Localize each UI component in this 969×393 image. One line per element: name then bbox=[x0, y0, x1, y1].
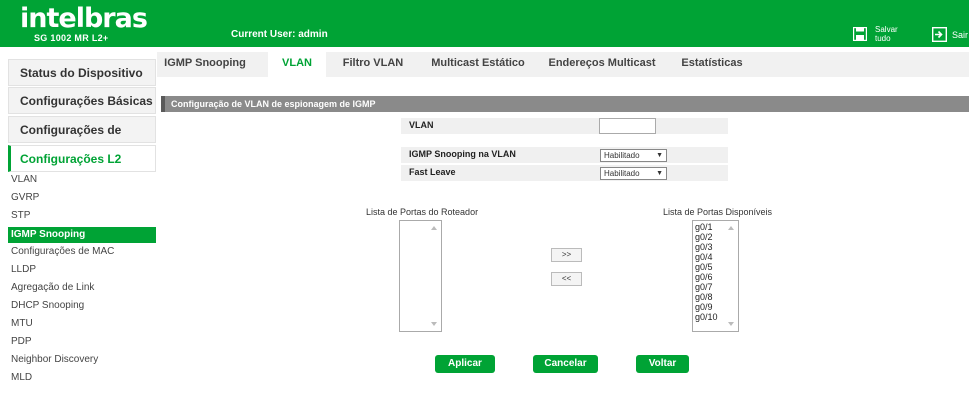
save-all-label: Salvar tudo bbox=[875, 25, 898, 43]
fast-leave-label: Fast Leave bbox=[409, 167, 456, 177]
tab-bar: IGMP Snooping VLAN Filtro VLAN Multicast… bbox=[157, 52, 969, 77]
apply-button[interactable]: Aplicar bbox=[435, 355, 495, 373]
router-ports-listbox[interactable] bbox=[399, 220, 442, 332]
cancel-button[interactable]: Cancelar bbox=[533, 355, 598, 373]
sidebar-item-status[interactable]: Status do Dispositivo bbox=[8, 59, 156, 86]
port-item[interactable]: g0/4 bbox=[695, 253, 713, 262]
sidebar-sub-igmp-snooping[interactable]: IGMP Snooping bbox=[8, 227, 156, 243]
back-button[interactable]: Voltar bbox=[636, 355, 689, 373]
available-ports-scrollbar[interactable] bbox=[725, 221, 738, 331]
port-item[interactable]: g0/3 bbox=[695, 243, 713, 252]
port-item[interactable]: g0/1 bbox=[695, 223, 713, 232]
exit-button[interactable]: Sair bbox=[932, 27, 968, 42]
scroll-up-icon bbox=[728, 226, 734, 230]
sidebar-sub-pdp[interactable]: PDP bbox=[8, 334, 156, 350]
current-user-label: Current User: admin bbox=[231, 29, 328, 40]
dropdown-arrow-icon: ▼ bbox=[656, 170, 663, 177]
port-item[interactable]: g0/10 bbox=[695, 313, 718, 322]
vlan-label: VLAN bbox=[409, 120, 434, 130]
router-ports-scrollbar[interactable] bbox=[428, 221, 441, 331]
sidebar-sub-mtu[interactable]: MTU bbox=[8, 316, 156, 332]
igmp-snooping-vlan-row: IGMP Snooping na VLAN Habilitado ▼ bbox=[401, 147, 728, 163]
sidebar: Status do Dispositivo Configurações Bási… bbox=[0, 47, 157, 393]
intelbras-logo: intelbras SG 1002 MR L2+ bbox=[20, 3, 148, 44]
sidebar-sub-link-aggregation[interactable]: Agregação de Link bbox=[8, 280, 156, 296]
fast-leave-select[interactable]: Habilitado ▼ bbox=[600, 167, 667, 180]
fast-leave-row: Fast Leave Habilitado ▼ bbox=[401, 165, 728, 181]
top-header: intelbras SG 1002 MR L2+ Current User: a… bbox=[0, 0, 969, 47]
tab-igmp-snooping[interactable]: IGMP Snooping bbox=[157, 52, 253, 77]
available-ports-listbox[interactable]: g0/1 g0/2 g0/3 g0/4 g0/5 g0/6 g0/7 g0/8 … bbox=[692, 220, 739, 332]
device-model: SG 1002 MR L2+ bbox=[34, 33, 109, 43]
fast-leave-value: Habilitado bbox=[604, 169, 640, 178]
remove-port-button[interactable]: << bbox=[551, 272, 582, 286]
sidebar-sub-neighbor-discovery[interactable]: Neighbor Discovery bbox=[8, 352, 156, 368]
sidebar-sub-mld[interactable]: MLD bbox=[8, 370, 156, 386]
scroll-down-icon bbox=[728, 322, 734, 326]
floppy-disk-icon bbox=[853, 27, 867, 41]
sidebar-sub-stp[interactable]: STP bbox=[8, 208, 156, 224]
tab-vlan-filter[interactable]: Filtro VLAN bbox=[333, 52, 413, 77]
sidebar-sub-lldp[interactable]: LLDP bbox=[8, 262, 156, 278]
scroll-up-icon bbox=[431, 226, 437, 230]
igmp-snooping-vlan-label: IGMP Snooping na VLAN bbox=[409, 149, 516, 159]
igmp-snooping-vlan-select[interactable]: Habilitado ▼ bbox=[600, 149, 667, 162]
save-all-button[interactable]: Salvar tudo bbox=[853, 25, 909, 45]
sidebar-item-port-config[interactable]: Configurações de Portas bbox=[8, 116, 156, 163]
sidebar-sub-dhcp-snooping[interactable]: DHCP Snooping bbox=[8, 298, 156, 314]
router-ports-title: Lista de Portas do Roteador bbox=[366, 207, 479, 217]
section-title: Configuração de VLAN de espionagem de IG… bbox=[161, 96, 969, 112]
exit-icon bbox=[932, 27, 947, 42]
sidebar-item-l2-config[interactable]: Configurações L2 bbox=[8, 145, 156, 172]
sidebar-item-basic-config[interactable]: Configurações Básicas bbox=[8, 87, 156, 114]
port-item[interactable]: g0/2 bbox=[695, 233, 713, 242]
exit-label: Sair bbox=[952, 29, 969, 40]
port-item[interactable]: g0/7 bbox=[695, 283, 713, 292]
available-ports-title: Lista de Portas Disponíveis bbox=[663, 207, 773, 217]
dropdown-arrow-icon: ▼ bbox=[656, 152, 663, 159]
port-item[interactable]: g0/5 bbox=[695, 263, 713, 272]
port-item[interactable]: g0/8 bbox=[695, 293, 713, 302]
tab-static-multicast[interactable]: Multicast Estático bbox=[423, 52, 533, 77]
app-window: intelbras SG 1002 MR L2+ Current User: a… bbox=[0, 0, 969, 393]
add-port-button[interactable]: >> bbox=[551, 248, 582, 262]
port-item[interactable]: g0/9 bbox=[695, 303, 713, 312]
vlan-row: VLAN bbox=[401, 118, 728, 134]
igmp-snooping-vlan-value: Habilitado bbox=[604, 151, 640, 160]
port-item[interactable]: g0/6 bbox=[695, 273, 713, 282]
scroll-down-icon bbox=[431, 322, 437, 326]
sidebar-sub-vlan[interactable]: VLAN bbox=[8, 172, 156, 188]
tab-multicast-addresses[interactable]: Endereços Multicast bbox=[543, 52, 661, 77]
tab-vlan[interactable]: VLAN bbox=[268, 52, 326, 77]
tab-statistics[interactable]: Estatísticas bbox=[671, 52, 753, 77]
sidebar-sub-gvrp[interactable]: GVRP bbox=[8, 190, 156, 206]
logo-text: intelbras bbox=[20, 3, 148, 34]
sidebar-sub-mac-config[interactable]: Configurações de MAC bbox=[8, 244, 156, 260]
vlan-input[interactable] bbox=[599, 118, 656, 134]
